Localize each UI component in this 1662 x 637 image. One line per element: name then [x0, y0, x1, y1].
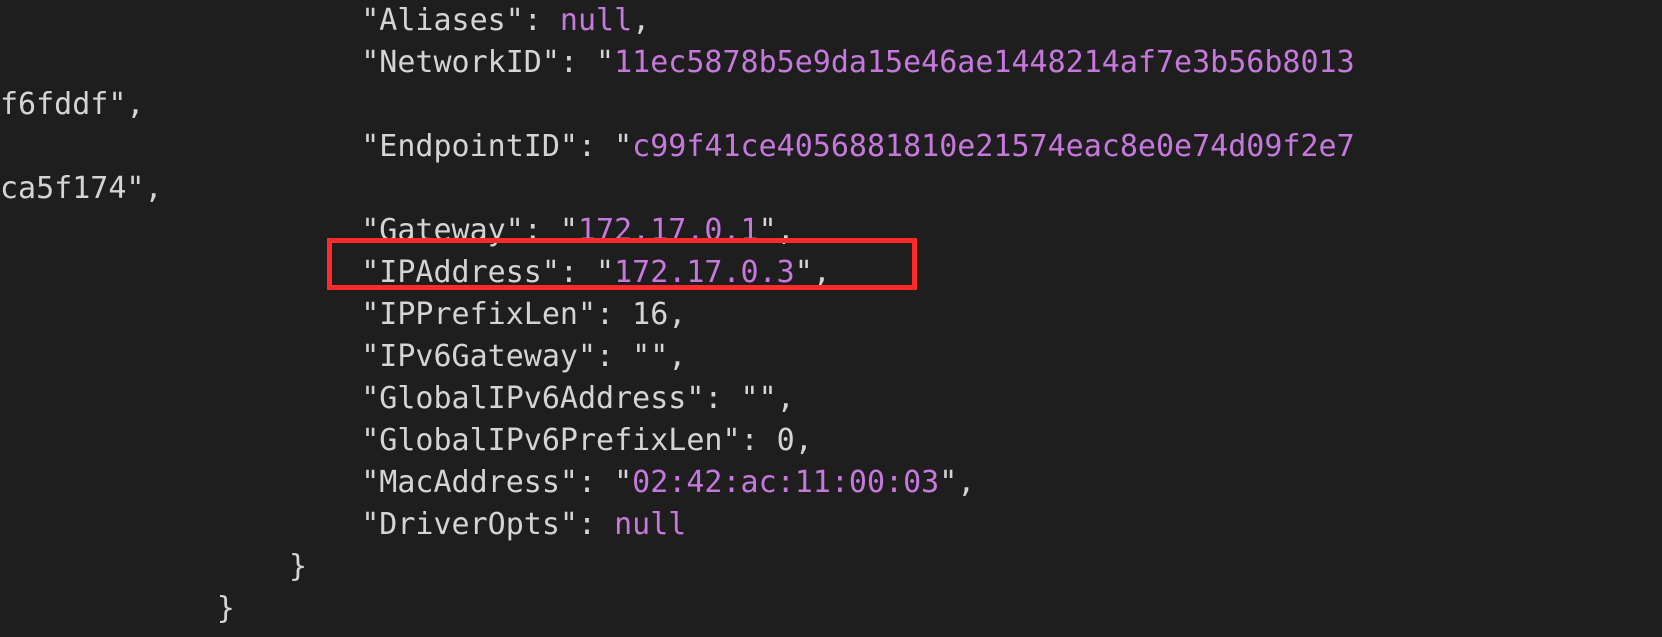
endpointid-wrap: ca5f174", [0, 171, 163, 206]
ipv6gateway-key: "IPv6Gateway" [361, 339, 596, 374]
networkid-wrap: f6fddf", [0, 87, 145, 122]
globalipv6address-key: "GlobalIPv6Address" [361, 381, 704, 416]
ipprefixlen-key: "IPPrefixLen" [361, 297, 596, 332]
gateway-value: 172.17.0.1 [578, 213, 759, 248]
aliases-value: null [560, 3, 632, 38]
endpointid-key: "EndpointID" [361, 129, 578, 164]
close-brace-2: } [0, 591, 235, 626]
macaddress-value: 02:42:ac:11:00:03 [632, 465, 939, 500]
close-brace-1: } [0, 549, 307, 584]
macaddress-key: "MacAddress" [361, 465, 578, 500]
ipaddress-value: 172.17.0.3 [614, 255, 795, 290]
driveropts-value: null [614, 507, 686, 542]
globalipv6prefixlen-key: "GlobalIPv6PrefixLen" [361, 423, 740, 458]
networkid-key: "NetworkID" [361, 45, 560, 80]
ipaddress-key: "IPAddress" [361, 255, 560, 290]
driveropts-key: "DriverOpts" [361, 507, 578, 542]
gateway-key: "Gateway" [361, 213, 524, 248]
endpointid-value: c99f41ce4056881810e21574eac8e0e74d09f2e7 [632, 129, 1354, 164]
ipprefixlen-value: 16 [632, 297, 668, 332]
networkid-value: 11ec5878b5e9da15e46ae1448214af7e3b56b801… [614, 45, 1355, 80]
aliases-key: "Aliases" [361, 3, 524, 38]
globalipv6prefixlen-value: 0 [777, 423, 795, 458]
json-output: "Aliases": null, "NetworkID": "11ec5878b… [0, 0, 1662, 630]
